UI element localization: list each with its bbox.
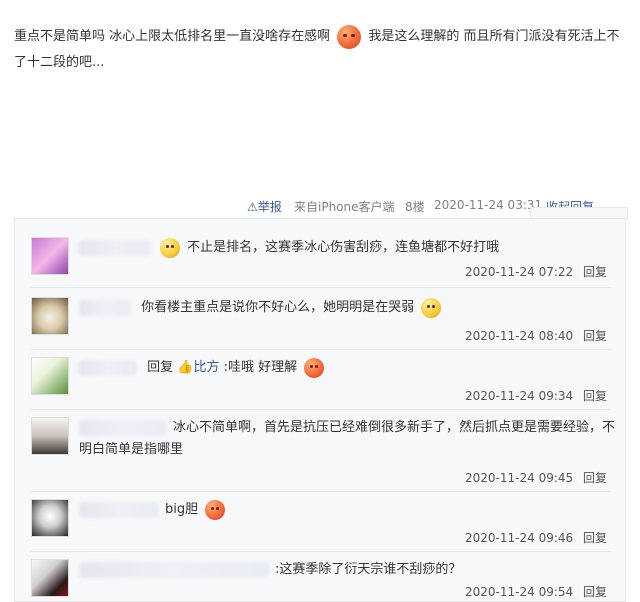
username-blurred[interactable] bbox=[79, 239, 151, 256]
reply-text: 你看楼主重点是说你不好心么，她明明是在哭弱 bbox=[79, 297, 619, 319]
username-blurred[interactable] bbox=[79, 501, 159, 518]
reply-footer: 2020-11-24 09:46 回复 bbox=[465, 529, 607, 546]
post-timestamp: 2020-11-24 03:31 bbox=[434, 198, 543, 212]
reply-timestamp: 2020-11-24 07:22 bbox=[465, 265, 574, 279]
reply-timestamp: 2020-11-24 09:54 bbox=[465, 585, 574, 599]
reply-text: 回复 👍比方 :哇哦 好理解 bbox=[79, 357, 619, 379]
reply-body: big胆 bbox=[165, 502, 199, 517]
reply-timestamp: 2020-11-24 09:45 bbox=[465, 471, 574, 485]
username-blurred[interactable] bbox=[79, 561, 269, 578]
username-blurred[interactable] bbox=[79, 359, 137, 376]
divider bbox=[31, 287, 611, 288]
avatar[interactable] bbox=[31, 237, 69, 275]
reply-list: 不止是排名，这赛季冰心伤害刮痧，连鱼塘都不好打哦 2020-11-24 07:2… bbox=[14, 218, 626, 602]
avatar[interactable] bbox=[31, 499, 69, 537]
avatar[interactable] bbox=[31, 417, 69, 455]
reply-prefix: 回复 bbox=[147, 360, 174, 375]
reply-footer: 2020-11-24 08:40 回复 bbox=[465, 327, 607, 344]
emoticon-icon bbox=[337, 24, 362, 49]
mention-link[interactable]: 👍比方 bbox=[177, 360, 219, 375]
post-text-part1: 重点不是简单吗 冰心上限太低排名里一直没啥存在感啊 bbox=[14, 29, 331, 44]
report-link[interactable]: ⚠举报 bbox=[247, 198, 282, 215]
reply-footer: 2020-11-24 07:22 回复 bbox=[465, 263, 607, 280]
floor-number: 8楼 bbox=[405, 200, 425, 214]
reply-body: :这赛季除了衍天宗谁不刮痧的？ bbox=[275, 562, 462, 577]
reply-text: 冰心不简单啊，首先是抗压已经难倒很多新手了，然后抓点更是需要经验，不明白简单是指… bbox=[79, 417, 619, 461]
reply-button[interactable]: 回复 bbox=[583, 531, 607, 545]
reply-timestamp: 2020-11-24 08:40 bbox=[465, 329, 574, 343]
reply-text: big胆 bbox=[79, 499, 619, 521]
emoticon-icon bbox=[421, 297, 442, 318]
reply-footer: 2020-11-24 09:34 回复 bbox=[465, 387, 607, 404]
avatar[interactable] bbox=[31, 357, 69, 395]
divider bbox=[31, 349, 611, 350]
reply-body: :哇哦 好理解 bbox=[223, 360, 298, 375]
reply-button[interactable]: 回复 bbox=[583, 389, 607, 403]
divider bbox=[31, 551, 611, 552]
username-blurred[interactable] bbox=[79, 299, 131, 316]
avatar[interactable] bbox=[31, 559, 69, 597]
post-content: 重点不是简单吗 冰心上限太低排名里一直没啥存在感啊 我是这么理解的 而且所有门派… bbox=[14, 24, 624, 76]
reply-text: :这赛季除了衍天宗谁不刮痧的？ bbox=[79, 559, 619, 581]
reply-footer: 2020-11-24 09:54 回复 bbox=[465, 583, 607, 600]
username-blurred[interactable] bbox=[79, 419, 167, 436]
reply-button[interactable]: 回复 bbox=[583, 471, 607, 485]
emoticon-icon bbox=[304, 357, 325, 378]
emoticon-icon bbox=[160, 237, 180, 258]
reply-text: 不止是排名，这赛季冰心伤害刮痧，连鱼塘都不好打哦 bbox=[79, 237, 619, 259]
reply-footer: 2020-11-24 09:45 回复 bbox=[465, 469, 607, 486]
reply-button[interactable]: 回复 bbox=[583, 265, 607, 279]
reply-button[interactable]: 回复 bbox=[583, 585, 607, 599]
avatar[interactable] bbox=[31, 297, 69, 335]
reply-button[interactable]: 回复 bbox=[583, 329, 607, 343]
reply-body: 你看楼主重点是说你不好心么，她明明是在哭弱 bbox=[141, 300, 415, 315]
reply-body: 不止是排名，这赛季冰心伤害刮痧，连鱼塘都不好打哦 bbox=[187, 240, 500, 255]
divider bbox=[31, 491, 611, 492]
client-source: 来自iPhone客户端 bbox=[294, 200, 395, 214]
emoticon-icon bbox=[205, 499, 226, 520]
reply-timestamp: 2020-11-24 09:34 bbox=[465, 389, 574, 403]
divider bbox=[31, 409, 611, 410]
reply-timestamp: 2020-11-24 09:46 bbox=[465, 531, 574, 545]
